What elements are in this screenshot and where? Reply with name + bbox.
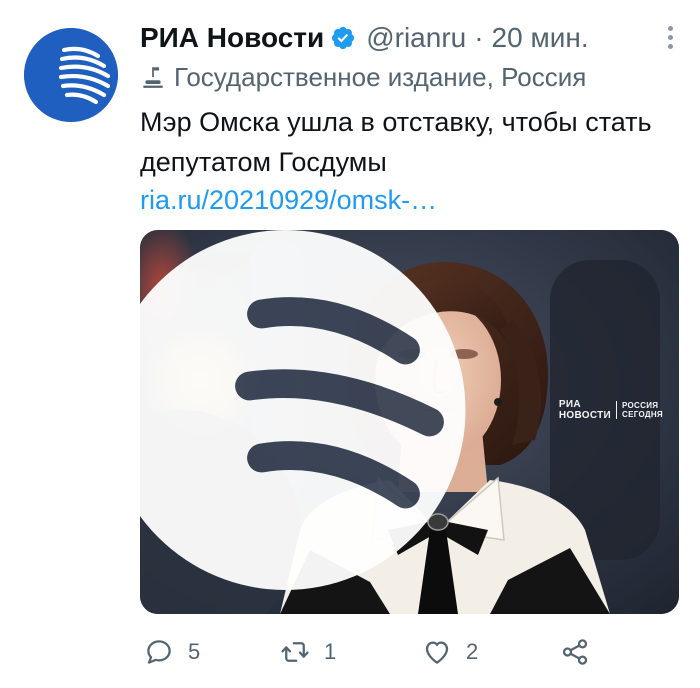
government-building-icon (143, 67, 163, 88)
retweet-icon (281, 642, 309, 662)
share-button[interactable] (560, 632, 604, 672)
watermark-right-2: СЕГОДНЯ (622, 410, 663, 419)
share-icon (562, 639, 588, 665)
reply-button[interactable]: 5 (144, 632, 200, 672)
ria-watermark-icon (140, 230, 466, 590)
timestamp[interactable]: 20 мин. (492, 22, 589, 54)
retweet-count: 1 (324, 639, 337, 664)
heart-icon (425, 641, 449, 664)
tweet-actions: 5 1 2 (140, 632, 620, 672)
tweet-link[interactable]: ria.ru/20210929/omsk-… (140, 182, 437, 218)
watermark-left-2: НОВОСТИ (558, 410, 611, 421)
meta-separator: · (474, 22, 484, 53)
watermark-left-1: РИА (558, 399, 581, 410)
photo-watermark: РИА НОВОСТИ РОССИЯ СЕГОДНЯ (140, 230, 663, 602)
state-media-label-text: Государственное издание, Россия (174, 61, 587, 92)
like-button[interactable]: 2 (422, 632, 478, 672)
ria-logo-icon (24, 28, 118, 122)
tweet-header: РИА Новости @rianru · 20 мин. (140, 18, 589, 58)
watermark-divider (616, 401, 617, 419)
state-media-label[interactable]: Государственное издание, Россия (140, 60, 586, 94)
reply-icon (147, 640, 171, 664)
tweet-photo[interactable]: РИА НОВОСТИ РОССИЯ СЕГОДНЯ (140, 230, 679, 614)
reply-count: 5 (188, 639, 201, 664)
tweet-text: Мэр Омска ушла в отставку, чтобы стать д… (140, 107, 652, 177)
watermark-right-1: РОССИЯ (622, 401, 659, 410)
more-options-icon[interactable] (666, 26, 674, 52)
like-count: 2 (466, 639, 479, 664)
author-name[interactable]: РИА Новости (140, 22, 324, 54)
retweet-button[interactable]: 1 (280, 632, 336, 672)
author-handle[interactable]: @rianru (366, 22, 466, 54)
verified-badge-icon (332, 26, 355, 50)
avatar[interactable] (24, 28, 118, 122)
